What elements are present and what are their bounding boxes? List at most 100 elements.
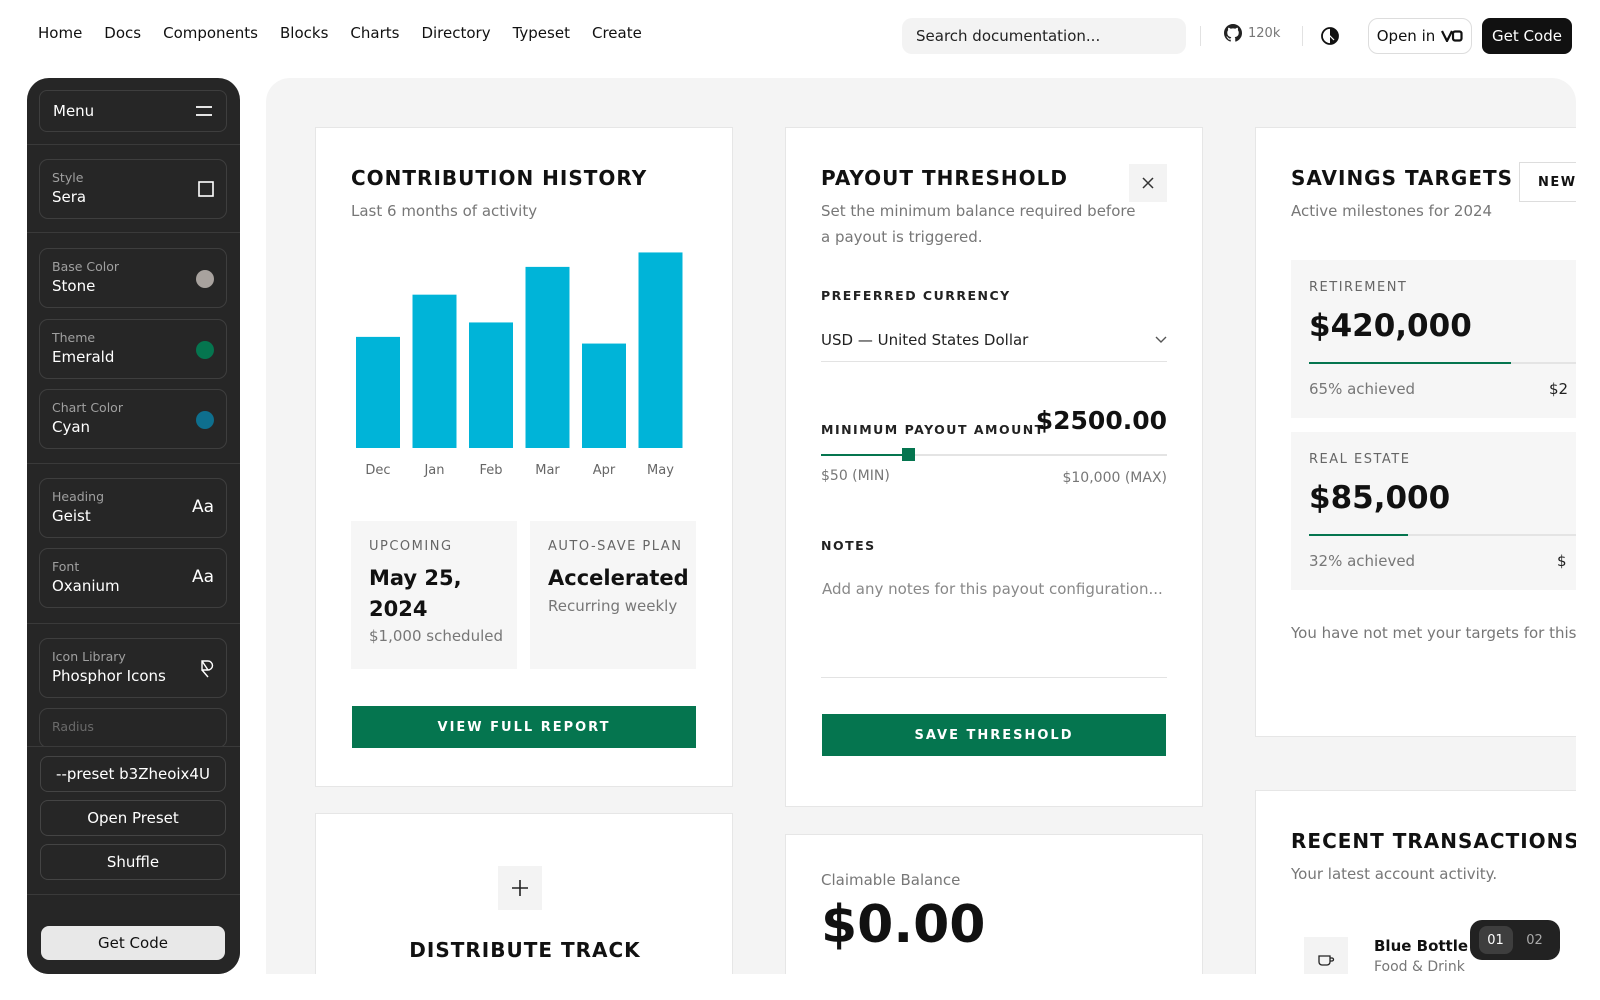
- nav-links: Home Docs Components Blocks Charts Direc…: [38, 24, 664, 42]
- v0-logo-icon: [1441, 30, 1463, 42]
- nav-home[interactable]: Home: [38, 24, 82, 42]
- sidebar-divider: [27, 463, 240, 464]
- view-full-report-button[interactable]: VIEW FULL REPORT: [352, 706, 696, 748]
- retirement-target: RETIREMENT $420,000 65% achieved $2: [1291, 260, 1576, 418]
- new-target-button[interactable]: NEW: [1519, 162, 1576, 202]
- transaction-name[interactable]: Blue Bottle C: [1374, 937, 1484, 955]
- base-color-value: Stone: [52, 277, 96, 295]
- upcoming-label: UPCOMING: [369, 539, 453, 554]
- upcoming-tile: UPCOMING May 25, 2024 $1,000 scheduled: [351, 521, 517, 669]
- target-progress-fill: [1309, 362, 1511, 364]
- sidebar-item-style[interactable]: Style Sera: [39, 159, 227, 219]
- card-title: CONTRIBUTION HISTORY: [351, 166, 648, 190]
- search-placeholder: Search documentation...: [916, 27, 1101, 45]
- sidebar-item-base-color[interactable]: Base Color Stone: [39, 248, 227, 308]
- x-tick-label: Dec: [365, 463, 390, 478]
- style-value: Sera: [52, 188, 87, 206]
- menu-button[interactable]: Menu: [39, 90, 227, 132]
- base-color-label: Base Color: [52, 259, 120, 274]
- card-subtitle: Active milestones for 2024: [1291, 202, 1493, 220]
- nav-divider: [1200, 26, 1201, 46]
- theme-toggle-icon[interactable]: [1320, 26, 1340, 46]
- page-button-01[interactable]: 01: [1478, 926, 1513, 954]
- target-progress-fill: [1309, 534, 1409, 536]
- github-stars: 120k: [1248, 25, 1281, 41]
- page-switcher: 01 02: [1470, 920, 1560, 960]
- savings-targets-card: SAVINGS TARGETS NEW Active milestones fo…: [1255, 127, 1576, 737]
- contribution-history-card: CONTRIBUTION HISTORY Last 6 months of ac…: [315, 127, 733, 787]
- sidebar-item-icon-library[interactable]: Icon Library Phosphor Icons: [39, 638, 227, 698]
- phosphor-icon: [200, 660, 214, 682]
- sidebar-item-radius[interactable]: Radius: [39, 708, 227, 748]
- x-tick-label: Feb: [479, 463, 502, 478]
- sidebar-item-heading[interactable]: Heading Geist Aa: [39, 478, 227, 538]
- payout-slider-track[interactable]: [821, 448, 1167, 461]
- theme-label: Theme: [52, 330, 96, 345]
- save-threshold-button[interactable]: SAVE THRESHOLD: [822, 714, 1166, 756]
- sidebar-divider: [27, 623, 240, 624]
- card-subtitle-line-2: a payout is triggered.: [821, 228, 983, 246]
- contribution-bar-chart: Dec Jan Feb Mar Apr May: [356, 252, 683, 478]
- target-achieved: 65% achieved: [1309, 380, 1416, 398]
- add-button[interactable]: [498, 866, 542, 910]
- notes-textarea[interactable]: Add any notes for this payout configurat…: [821, 568, 1167, 678]
- transaction-icon-tile: [1304, 937, 1348, 974]
- github-icon: [1224, 24, 1242, 42]
- github-link[interactable]: 120k: [1224, 24, 1280, 42]
- bar-dec[interactable]: [356, 336, 400, 448]
- sidebar-divider: [27, 894, 240, 895]
- heading-label: Heading: [52, 489, 105, 504]
- x-tick-label: Mar: [535, 463, 560, 478]
- font-icon: Aa: [191, 497, 214, 517]
- upcoming-date: May 25, 2024: [369, 566, 462, 621]
- open-in-v0-button[interactable]: Open in: [1368, 18, 1472, 54]
- nav-components[interactable]: Components: [163, 24, 258, 42]
- preset-code-button[interactable]: --preset b3Zheoix4U: [40, 756, 226, 792]
- target-amount: $420,000: [1309, 308, 1472, 344]
- x-tick-label: May: [647, 463, 674, 478]
- sidebar-get-code-button[interactable]: Get Code: [41, 926, 225, 960]
- x-tick-label: Jan: [423, 463, 444, 478]
- get-code-button[interactable]: Get Code: [1482, 18, 1572, 54]
- nav-create[interactable]: Create: [592, 24, 642, 42]
- target-remaining: $2: [1549, 380, 1569, 398]
- page-button-02[interactable]: 02: [1518, 926, 1552, 954]
- theme-color-dot-icon: [196, 341, 214, 359]
- bar-may[interactable]: [638, 252, 683, 448]
- nav-charts[interactable]: Charts: [350, 24, 399, 42]
- payout-slider-fill: [821, 454, 908, 456]
- min-payout-value: $2500.00: [1035, 406, 1167, 435]
- sidebar-item-chart-color[interactable]: Chart Color Cyan: [39, 389, 227, 449]
- icon-library-value: Phosphor Icons: [52, 667, 166, 685]
- card-subtitle: Your latest account activity.: [1291, 865, 1498, 883]
- bar-mar[interactable]: [525, 266, 570, 448]
- sidebar-divider: [27, 144, 240, 145]
- radius-label: Radius: [52, 719, 94, 734]
- bar-feb[interactable]: [469, 322, 513, 448]
- bar-apr[interactable]: [582, 343, 626, 448]
- search-input[interactable]: Search documentation...: [902, 18, 1186, 54]
- sidebar-item-theme[interactable]: Theme Emerald: [39, 319, 227, 379]
- shuffle-button[interactable]: Shuffle: [40, 844, 226, 880]
- font-value: Oxanium: [52, 577, 120, 595]
- auto-save-value: Accelerated: [548, 566, 689, 590]
- target-progress-track: [1309, 362, 1576, 364]
- sidebar-divider: [27, 232, 240, 233]
- nav-blocks[interactable]: Blocks: [280, 24, 328, 42]
- nav-typeset[interactable]: Typeset: [513, 24, 570, 42]
- nav-divider: [1302, 26, 1303, 46]
- nav-directory[interactable]: Directory: [421, 24, 490, 42]
- open-preset-button[interactable]: Open Preset: [40, 800, 226, 836]
- currency-select[interactable]: USD — United States Dollar: [821, 318, 1167, 362]
- distribute-track-card: DISTRIBUTE TRACK: [315, 813, 733, 974]
- real-estate-target: REAL ESTATE $85,000 32% achieved $: [1291, 432, 1576, 590]
- payout-slider-thumb[interactable]: [901, 448, 915, 461]
- close-button[interactable]: [1129, 164, 1167, 202]
- transaction-category: Food & Drink: [1374, 959, 1465, 974]
- bar-jan[interactable]: [412, 294, 457, 448]
- top-navigation: Home Docs Components Blocks Charts Direc…: [0, 0, 1600, 72]
- target-progress-track: [1309, 534, 1576, 536]
- sidebar-item-font[interactable]: Font Oxanium Aa: [39, 548, 227, 608]
- hamburger-icon: [196, 106, 212, 116]
- nav-docs[interactable]: Docs: [104, 24, 141, 42]
